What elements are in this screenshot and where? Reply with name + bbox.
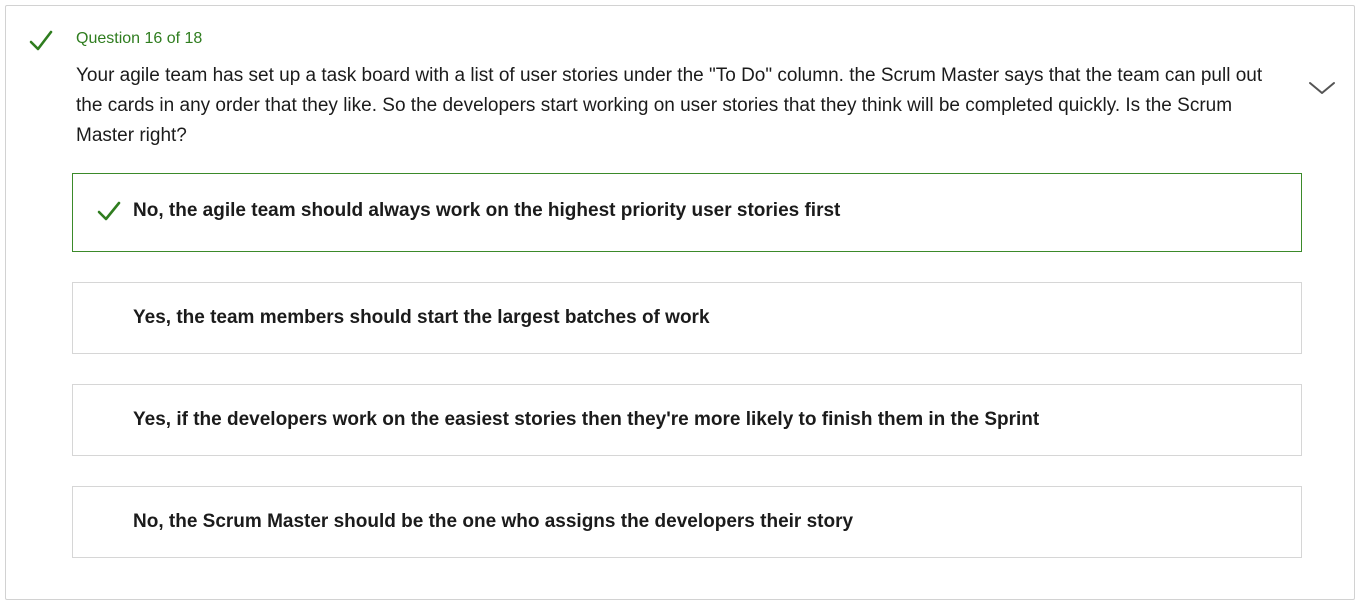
question-card: Question 16 of 18 Your agile team has se… (5, 5, 1355, 600)
answer-option-1[interactable]: No, the agile team should always work on… (72, 173, 1302, 252)
answer-option-3[interactable]: Yes, if the developers work on the easie… (72, 384, 1302, 456)
question-counter: Question 16 of 18 (76, 30, 203, 47)
answer-label: Yes, the team members should start the l… (133, 307, 710, 328)
answer-option-4[interactable]: No, the Scrum Master should be the one w… (72, 486, 1302, 558)
answer-label: Yes, if the developers work on the easie… (133, 409, 1040, 430)
question-text: Your agile team has set up a task board … (76, 65, 1263, 146)
checkmark-icon (29, 30, 53, 51)
answer-label: No, the Scrum Master should be the one w… (133, 511, 854, 532)
checkmark-icon (97, 201, 121, 221)
answer-option-2[interactable]: Yes, the team members should start the l… (72, 282, 1302, 354)
chevron-down-icon[interactable] (1306, 76, 1338, 100)
answer-label: No, the agile team should always work on… (133, 200, 841, 221)
